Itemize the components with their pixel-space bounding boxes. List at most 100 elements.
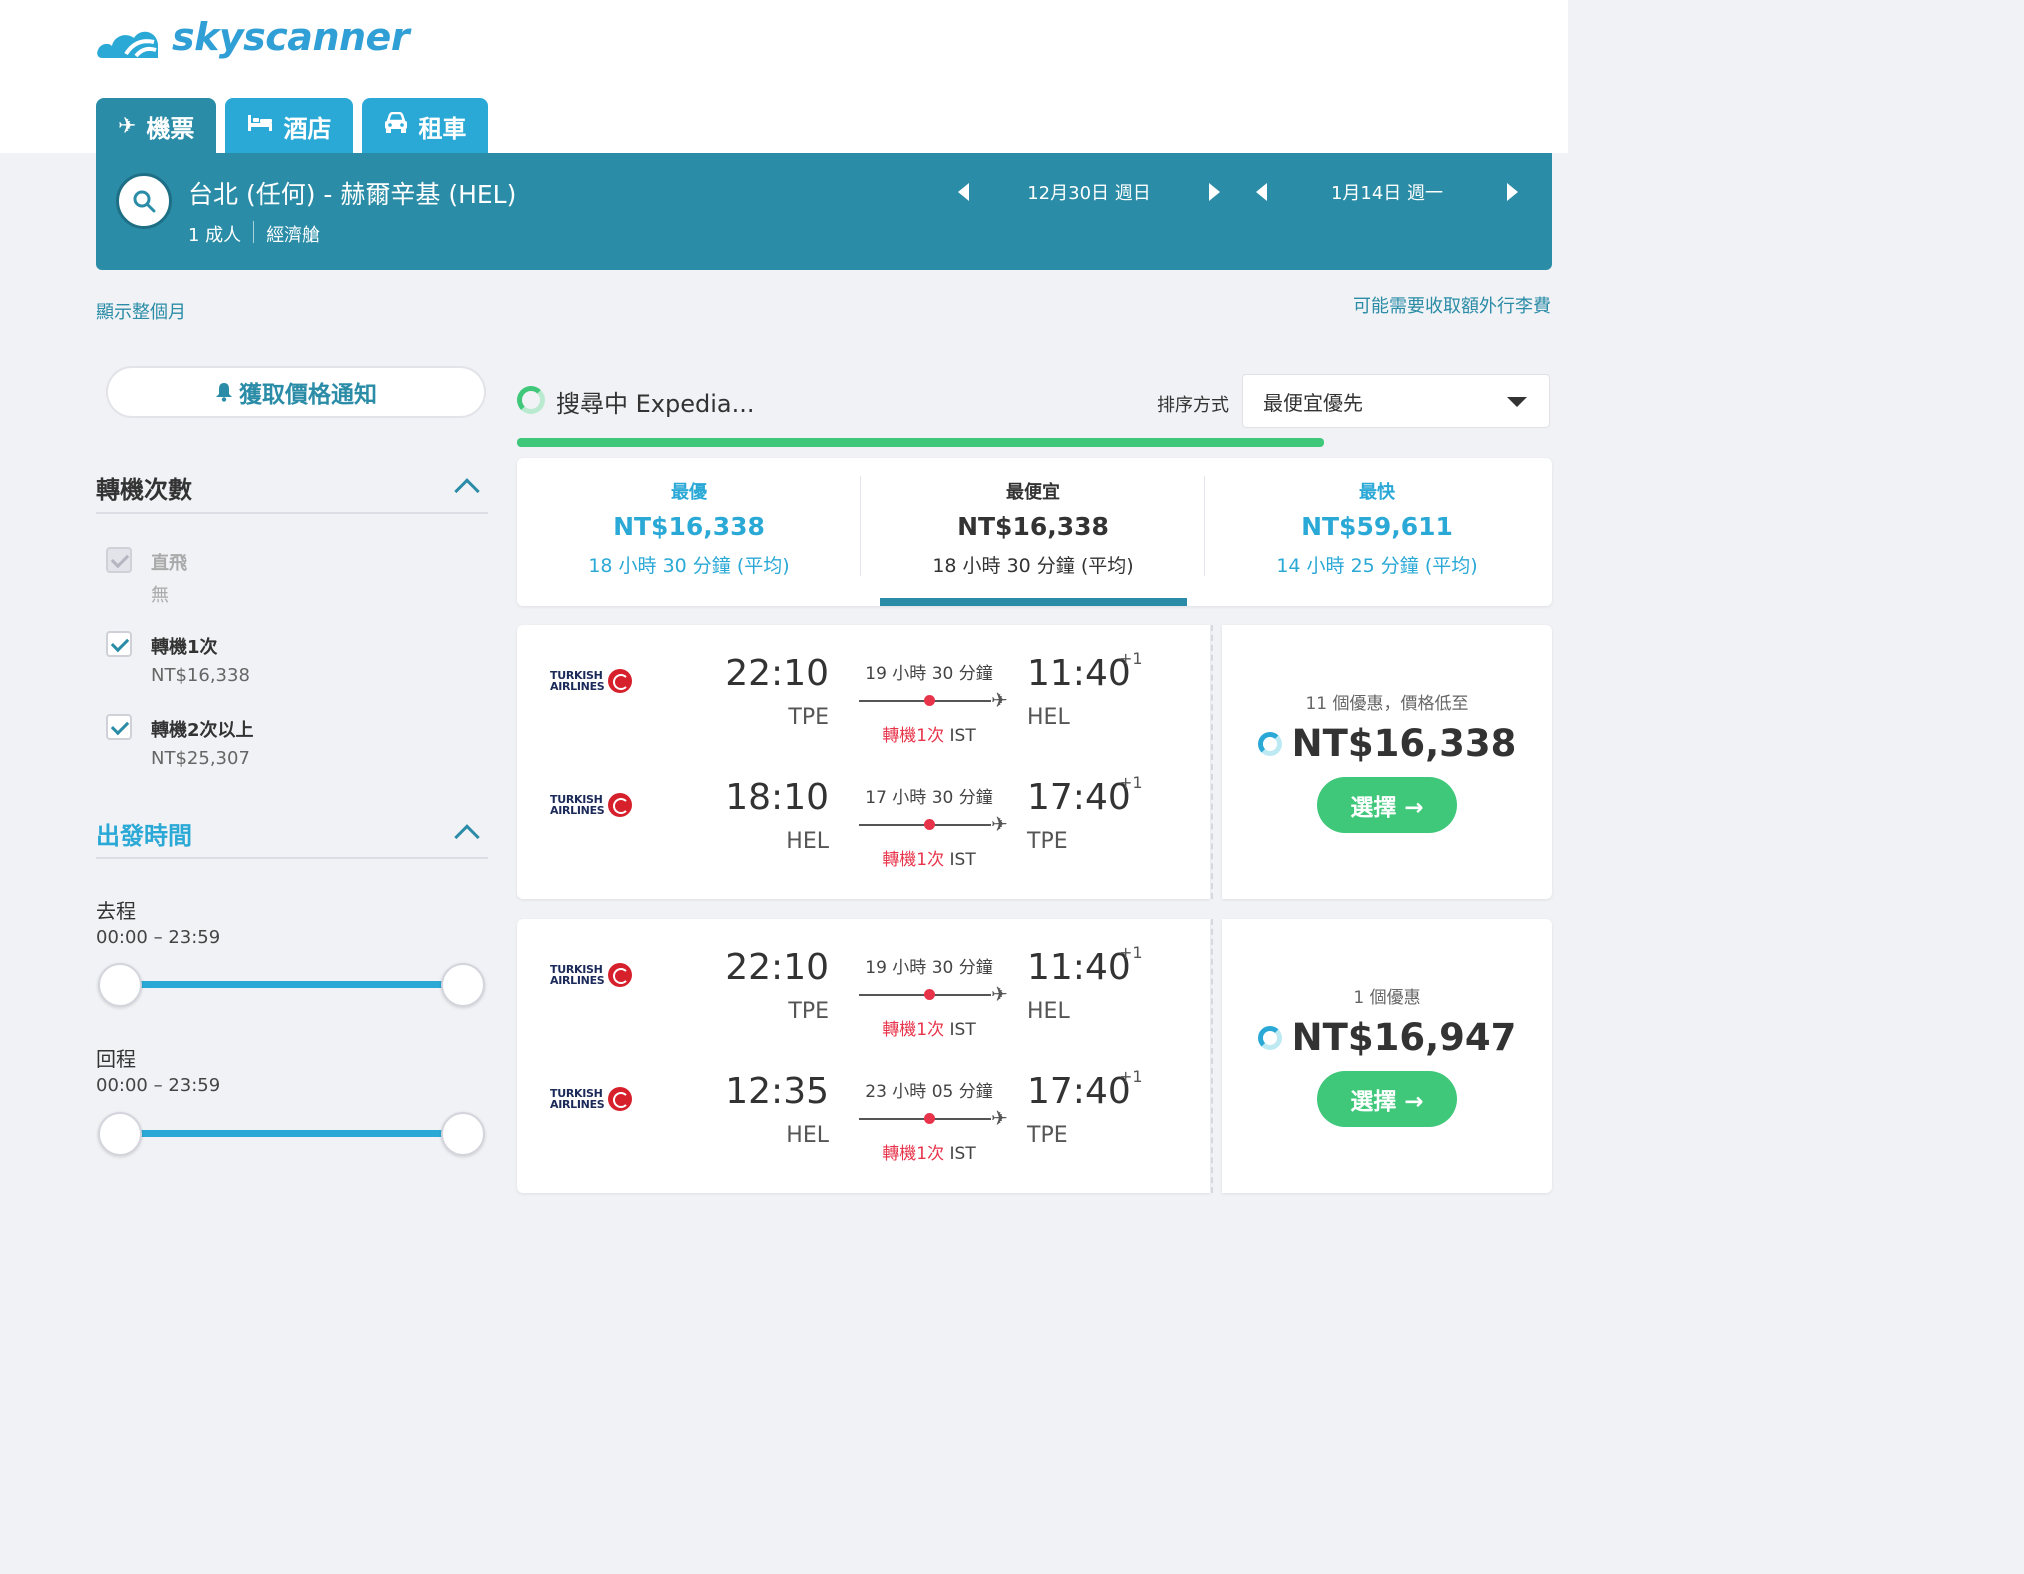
- two-plus-stops-checkbox[interactable]: [106, 714, 132, 740]
- turkish-airlines-logo: TURKISH AIRLINES: [550, 963, 632, 987]
- tab-label: 酒店: [283, 114, 332, 143]
- day-offset: +1: [1119, 1067, 1143, 1086]
- outbound-slider-track[interactable]: [120, 981, 462, 988]
- tab-cheapest[interactable]: 最便宜 NT$16,338 18 小時 30 分鐘 (平均): [861, 458, 1205, 606]
- day-offset: +1: [1119, 773, 1143, 792]
- stop-count: 轉機1次: [882, 850, 945, 870]
- stop-dot-icon: [924, 989, 935, 1000]
- result-card[interactable]: TURKISH AIRLINES 22:10 TPE 19 小時 30 分鐘 ✈…: [517, 919, 1552, 1193]
- depart-date-control: 12月30日 週日: [958, 177, 1220, 207]
- itinerary-panel[interactable]: TURKISH AIRLINES 22:10 TPE 19 小時 30 分鐘 ✈…: [517, 625, 1210, 899]
- return-slider-min-handle[interactable]: [98, 1112, 142, 1156]
- return-slider-track[interactable]: [120, 1130, 462, 1137]
- return-date-control: 1月14日 週一: [1256, 177, 1518, 207]
- direct-price: 無: [151, 585, 169, 606]
- chevron-up-icon[interactable]: [454, 824, 480, 850]
- chevron-up-icon[interactable]: [454, 478, 480, 504]
- passenger-count: 1 成人: [188, 225, 242, 246]
- airline-emblem-icon: [608, 963, 632, 987]
- result-card[interactable]: TURKISH AIRLINES 22:10 TPE 19 小時 30 分鐘 ✈…: [517, 625, 1552, 899]
- stop-airport: IST: [949, 1020, 976, 1040]
- baggage-fee-link[interactable]: 可能需要收取額外行李費: [1353, 292, 1551, 318]
- tab-hotels[interactable]: 酒店: [225, 98, 354, 154]
- select-button[interactable]: 選擇 →: [1317, 777, 1457, 833]
- return-leg: TURKISH AIRLINES 18:10 HEL 17 小時 30 分鐘 ✈…: [517, 749, 1210, 870]
- loading-spinner-icon: [1257, 731, 1282, 756]
- itinerary-panel[interactable]: TURKISH AIRLINES 22:10 TPE 19 小時 30 分鐘 ✈…: [517, 919, 1210, 1193]
- next-return-date-icon[interactable]: [1507, 183, 1518, 201]
- return-label: 回程: [96, 1047, 136, 1071]
- flight-duration: 19 小時 30 分鐘: [865, 664, 993, 684]
- sort-label: 排序方式: [1157, 395, 1229, 416]
- arrival-time: 17:40: [1027, 777, 1131, 818]
- turkish-airlines-logo: TURKISH AIRLINES: [550, 793, 632, 817]
- price: NT$16,947: [1291, 1016, 1517, 1059]
- departure-time-filter-title[interactable]: 出發時間: [96, 816, 192, 851]
- price-row: NT$16,338: [1222, 722, 1552, 765]
- select-button[interactable]: 選擇 →: [1317, 1071, 1457, 1127]
- search-summary-bar[interactable]: 台北 (任何) - 赫爾辛基 (HEL) 1 成人 經濟艙 12月30日 週日 …: [96, 153, 1552, 270]
- departure-time: 12:35: [725, 1071, 829, 1112]
- vertical-tabs: ✈ 機票 酒店 租車: [96, 98, 497, 154]
- show-whole-month-link[interactable]: 顯示整個月: [96, 298, 186, 324]
- price-alert-button[interactable]: 獲取價格通知: [106, 366, 486, 418]
- best-duration: 18 小時 30 分鐘 (平均): [588, 555, 790, 577]
- prev-depart-date-icon[interactable]: [958, 183, 969, 201]
- direct-checkbox[interactable]: [106, 547, 132, 573]
- depart-date[interactable]: 12月30日 週日: [969, 179, 1209, 205]
- skyscanner-logo[interactable]: skyscanner: [96, 14, 410, 60]
- airline-name: TURKISH AIRLINES: [550, 1087, 605, 1111]
- stop-airport: IST: [949, 850, 976, 870]
- turkish-airlines-logo: TURKISH AIRLINES: [550, 669, 632, 693]
- outbound-range: 00:00 – 23:59: [96, 927, 221, 948]
- outbound-leg: TURKISH AIRLINES 22:10 TPE 19 小時 30 分鐘 ✈…: [517, 625, 1210, 746]
- tab-best[interactable]: 最優 NT$16,338 18 小時 30 分鐘 (平均): [517, 458, 861, 606]
- tab-car-hire[interactable]: 租車: [362, 98, 489, 154]
- search-icon: [133, 190, 156, 213]
- stops-filter-title[interactable]: 轉機次數: [96, 470, 192, 505]
- airline-emblem-icon: [608, 793, 632, 817]
- best-price: NT$16,338: [613, 512, 765, 541]
- plane-icon: ✈: [991, 688, 1008, 712]
- next-depart-date-icon[interactable]: [1209, 183, 1220, 201]
- stop-dot-icon: [924, 819, 935, 830]
- price-alert-label: 獲取價格通知: [239, 382, 377, 408]
- plane-icon: ✈: [991, 982, 1008, 1006]
- one-stop-checkbox[interactable]: [106, 631, 132, 657]
- price-panel[interactable]: 1 個優惠 NT$16,947 選擇 →: [1222, 919, 1552, 1193]
- price-panel[interactable]: 11 個優惠，價格低至 NT$16,338 選擇 →: [1222, 625, 1552, 899]
- divider: [253, 221, 255, 243]
- loading-spinner-icon: [1257, 1025, 1282, 1050]
- stop-dot-icon: [924, 695, 935, 706]
- plane-icon: ✈: [118, 113, 137, 139]
- caret-down-icon: [1507, 397, 1527, 407]
- tab-fastest[interactable]: 最快 NT$59,611 14 小時 25 分鐘 (平均): [1205, 458, 1549, 606]
- one-stop-label: 轉機1次: [151, 637, 218, 658]
- sort-select[interactable]: 最便宜優先: [1242, 374, 1550, 428]
- two-plus-stops-price: NT$25,307: [151, 748, 250, 769]
- airline-emblem-icon: [608, 1087, 632, 1111]
- route-text: 台北 (任何) - 赫爾辛基 (HEL): [188, 180, 517, 209]
- divider: [96, 512, 488, 514]
- outbound-slider-min-handle[interactable]: [98, 963, 142, 1007]
- tab-label: 租車: [418, 114, 467, 143]
- airline-name: TURKISH AIRLINES: [550, 793, 605, 817]
- sort-value: 最便宜優先: [1263, 390, 1363, 415]
- outbound-slider-max-handle[interactable]: [441, 963, 485, 1007]
- deals-count: 1 個優惠: [1353, 988, 1421, 1008]
- direct-label: 直飛: [151, 553, 187, 574]
- one-stop-price: NT$16,338: [151, 665, 250, 686]
- prev-return-date-icon[interactable]: [1256, 183, 1267, 201]
- day-offset: +1: [1119, 649, 1143, 668]
- return-slider-max-handle[interactable]: [441, 1112, 485, 1156]
- stop-count: 轉機1次: [882, 726, 945, 746]
- passenger-cabin: 1 成人 經濟艙: [188, 221, 320, 247]
- flight-duration: 19 小時 30 分鐘: [865, 958, 993, 978]
- two-plus-stops-label: 轉機2次以上: [151, 720, 254, 741]
- arrival-airport: HEL: [1027, 705, 1070, 730]
- return-range: 00:00 – 23:59: [96, 1075, 221, 1096]
- divider: [96, 857, 488, 859]
- search-button[interactable]: [116, 173, 172, 229]
- tab-flights[interactable]: ✈ 機票: [96, 98, 217, 154]
- return-date[interactable]: 1月14日 週一: [1267, 179, 1507, 205]
